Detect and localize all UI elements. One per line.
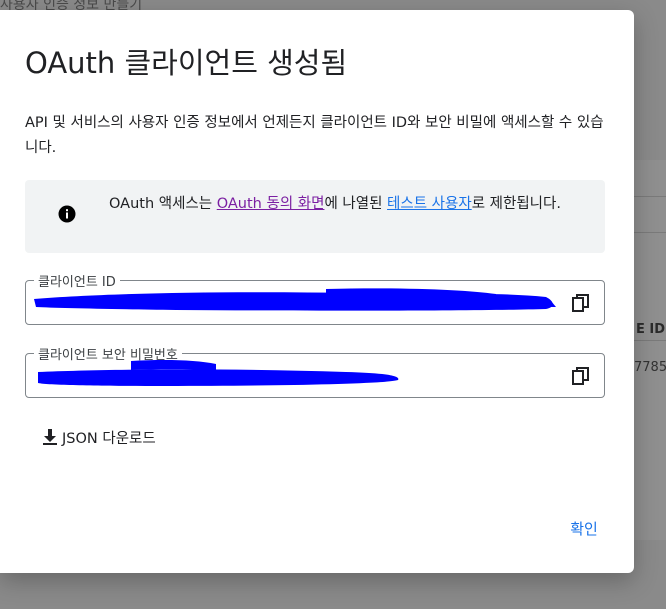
dialog-description: API 및 서비스의 사용자 인증 정보에서 언제든지 클라이언트 ID와 보안…: [25, 115, 604, 156]
client-secret-redaction: [38, 360, 399, 386]
background-divider: [634, 196, 666, 197]
info-text-middle: 에 나열된: [324, 196, 388, 212]
info-text-before: OAuth 액세스는: [109, 196, 217, 212]
background-column-value: 7785: [634, 360, 666, 375]
background-table-strip: [634, 160, 666, 540]
background-divider: [634, 340, 666, 341]
oauth-client-created-dialog: OAuth 클라이언트 생성됨 API 및 서비스의 사용자 인증 정보에서 언…: [0, 10, 634, 573]
info-text: OAuth 액세스는 OAuth 동의 화면에 나열된 테스트 사용자로 제한됩…: [109, 192, 589, 216]
download-icon: [40, 427, 60, 447]
info-banner: OAuth 액세스는 OAuth 동의 화면에 나열된 테스트 사용자로 제한됩…: [25, 180, 605, 253]
test-users-link[interactable]: 테스트 사용자: [387, 196, 472, 212]
info-icon: [58, 205, 76, 223]
copy-client-secret-button[interactable]: [568, 363, 594, 389]
client-secret-field[interactable]: 클라이언트 보안 비밀번호: [25, 344, 605, 398]
confirm-button[interactable]: 확인: [556, 515, 612, 543]
copy-client-id-button[interactable]: [568, 290, 594, 316]
info-text-after: 로 제한됩니다.: [471, 196, 561, 212]
dialog-title: OAuth 클라이언트 생성됨: [25, 46, 348, 80]
background-divider: [634, 232, 666, 233]
client-id-redaction: [34, 288, 556, 311]
client-id-field[interactable]: 클라이언트 ID: [25, 271, 605, 325]
background-column-header: E ID: [636, 322, 666, 337]
copy-icon: [572, 367, 589, 385]
oauth-consent-screen-link[interactable]: OAuth 동의 화면: [217, 196, 325, 212]
download-json-label: JSON 다운로드: [62, 430, 156, 447]
copy-icon: [572, 294, 589, 312]
download-json-button[interactable]: JSON 다운로드: [40, 424, 156, 450]
